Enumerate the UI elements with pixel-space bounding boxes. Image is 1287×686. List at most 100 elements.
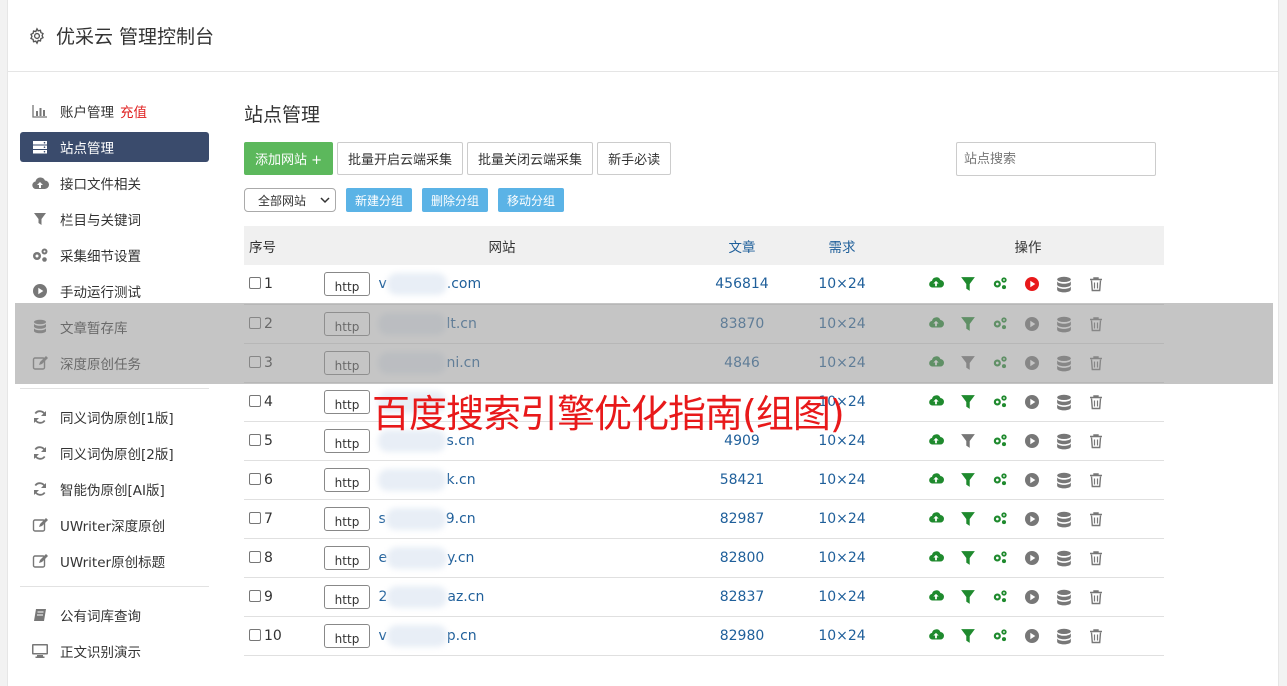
article-count[interactable]: 4846: [692, 343, 792, 382]
filter-icon[interactable]: [960, 472, 976, 488]
play-icon[interactable]: [1024, 589, 1040, 605]
gears-icon[interactable]: [992, 511, 1008, 527]
play-icon[interactable]: [1024, 550, 1040, 566]
filter-icon[interactable]: [960, 511, 976, 527]
sidebar-item-account[interactable]: 账户管理 充值: [20, 93, 209, 129]
cloud-upload-icon[interactable]: [928, 433, 944, 449]
gears-icon[interactable]: [992, 589, 1008, 605]
site-search-input[interactable]: [956, 142, 1156, 176]
gears-icon[interactable]: [992, 550, 1008, 566]
trash-icon[interactable]: [1088, 394, 1104, 410]
database-icon[interactable]: [1056, 394, 1072, 410]
play-icon[interactable]: [1024, 276, 1040, 292]
gears-icon[interactable]: [992, 628, 1008, 644]
site-domain[interactable]: 9.cn: [446, 511, 476, 527]
cloud-upload-icon[interactable]: [928, 628, 944, 644]
sidebar-item-interface[interactable]: 接口文件相关: [20, 165, 209, 201]
cloud-upload-icon[interactable]: [928, 276, 944, 292]
row-checkbox[interactable]: [249, 394, 261, 407]
cloud-upload-icon[interactable]: [928, 355, 944, 371]
filter-icon[interactable]: [960, 394, 976, 410]
sidebar-item-uwriter-title[interactable]: UWriter原创标题: [20, 543, 209, 579]
site-domain[interactable]: y.cn: [447, 550, 474, 566]
play-icon[interactable]: [1024, 355, 1040, 371]
database-icon[interactable]: [1056, 472, 1072, 488]
gears-icon[interactable]: [992, 355, 1008, 371]
row-checkbox[interactable]: [249, 355, 261, 368]
row-checkbox[interactable]: [249, 433, 261, 446]
beginner-guide-button[interactable]: 新手必读: [597, 142, 672, 175]
cloud-upload-icon[interactable]: [928, 589, 944, 605]
sidebar-item-public-lexicon[interactable]: 公有词库查询: [20, 597, 209, 633]
trash-icon[interactable]: [1088, 276, 1104, 292]
sidebar-item-synonym-v1[interactable]: 同义词伪原创[1版]: [20, 399, 209, 435]
database-icon[interactable]: [1056, 316, 1072, 332]
trash-icon[interactable]: [1088, 355, 1104, 371]
filter-icon[interactable]: [960, 550, 976, 566]
article-count[interactable]: 456814: [692, 265, 792, 304]
gears-icon[interactable]: [992, 433, 1008, 449]
sidebar-item-collect-settings[interactable]: 采集细节设置: [20, 237, 209, 273]
gears-icon[interactable]: [992, 276, 1008, 292]
site-domain-start[interactable]: s: [378, 511, 385, 527]
delete-group-button[interactable]: 删除分组: [422, 188, 489, 212]
move-group-button[interactable]: 移动分组: [498, 188, 565, 212]
play-icon[interactable]: [1024, 472, 1040, 488]
site-domain[interactable]: p.cn: [447, 628, 477, 644]
filter-icon[interactable]: [960, 276, 976, 292]
row-checkbox[interactable]: [249, 589, 261, 602]
row-checkbox[interactable]: [249, 550, 261, 563]
sidebar-item-uwriter-deep[interactable]: UWriter深度原创: [20, 507, 209, 543]
database-icon[interactable]: [1056, 511, 1072, 527]
batch-disable-cloud-button[interactable]: 批量关闭云端采集: [467, 142, 594, 175]
demand-value[interactable]: 10×24: [792, 265, 892, 304]
site-domain-start[interactable]: v: [378, 276, 386, 292]
article-count[interactable]: 82987: [692, 499, 792, 538]
trash-icon[interactable]: [1088, 511, 1104, 527]
site-domain[interactable]: lt.cn: [446, 316, 476, 332]
database-icon[interactable]: [1056, 550, 1072, 566]
recharge-link[interactable]: 充值: [120, 101, 147, 121]
database-icon[interactable]: [1056, 628, 1072, 644]
article-count[interactable]: 82837: [692, 577, 792, 616]
site-domain-start[interactable]: 2: [378, 589, 387, 605]
site-domain[interactable]: .com: [447, 276, 481, 292]
play-icon[interactable]: [1024, 394, 1040, 410]
sidebar-item-synonym-v2[interactable]: 同义词伪原创[2版]: [20, 435, 209, 471]
demand-value[interactable]: 10×24: [792, 304, 892, 343]
trash-icon[interactable]: [1088, 433, 1104, 449]
cloud-upload-icon[interactable]: [928, 394, 944, 410]
trash-icon[interactable]: [1088, 550, 1104, 566]
sidebar-item-manual-run[interactable]: 手动运行测试: [20, 273, 209, 309]
sidebar-item-article-store[interactable]: 文章暂存库: [20, 309, 209, 345]
trash-icon[interactable]: [1088, 472, 1104, 488]
site-domain[interactable]: ni.cn: [446, 355, 480, 371]
article-count[interactable]: 82800: [692, 538, 792, 577]
add-site-button[interactable]: 添加网站 +: [244, 142, 334, 175]
demand-value[interactable]: 10×24: [792, 577, 892, 616]
article-count[interactable]: 82980: [692, 616, 792, 655]
demand-value[interactable]: 10×24: [792, 343, 892, 382]
batch-enable-cloud-button[interactable]: 批量开启云端采集: [337, 142, 464, 175]
gears-icon[interactable]: [992, 316, 1008, 332]
filter-icon[interactable]: [960, 628, 976, 644]
site-domain[interactable]: az.cn: [447, 589, 484, 605]
article-count[interactable]: 58421: [692, 460, 792, 499]
row-checkbox[interactable]: [249, 511, 261, 524]
cloud-upload-icon[interactable]: [928, 316, 944, 332]
row-checkbox[interactable]: [249, 316, 261, 329]
cloud-upload-icon[interactable]: [928, 511, 944, 527]
new-group-button[interactable]: 新建分组: [346, 188, 413, 212]
row-checkbox[interactable]: [249, 472, 261, 485]
cloud-upload-icon[interactable]: [928, 550, 944, 566]
site-domain-start[interactable]: v: [378, 628, 386, 644]
site-domain-start[interactable]: e: [378, 550, 387, 566]
group-select[interactable]: 全部网站: [244, 188, 336, 212]
row-checkbox[interactable]: [249, 628, 261, 641]
trash-icon[interactable]: [1088, 628, 1104, 644]
demand-value[interactable]: 10×24: [792, 538, 892, 577]
demand-value[interactable]: 10×24: [792, 460, 892, 499]
trash-icon[interactable]: [1088, 316, 1104, 332]
filter-icon[interactable]: [960, 355, 976, 371]
database-icon[interactable]: [1056, 355, 1072, 371]
